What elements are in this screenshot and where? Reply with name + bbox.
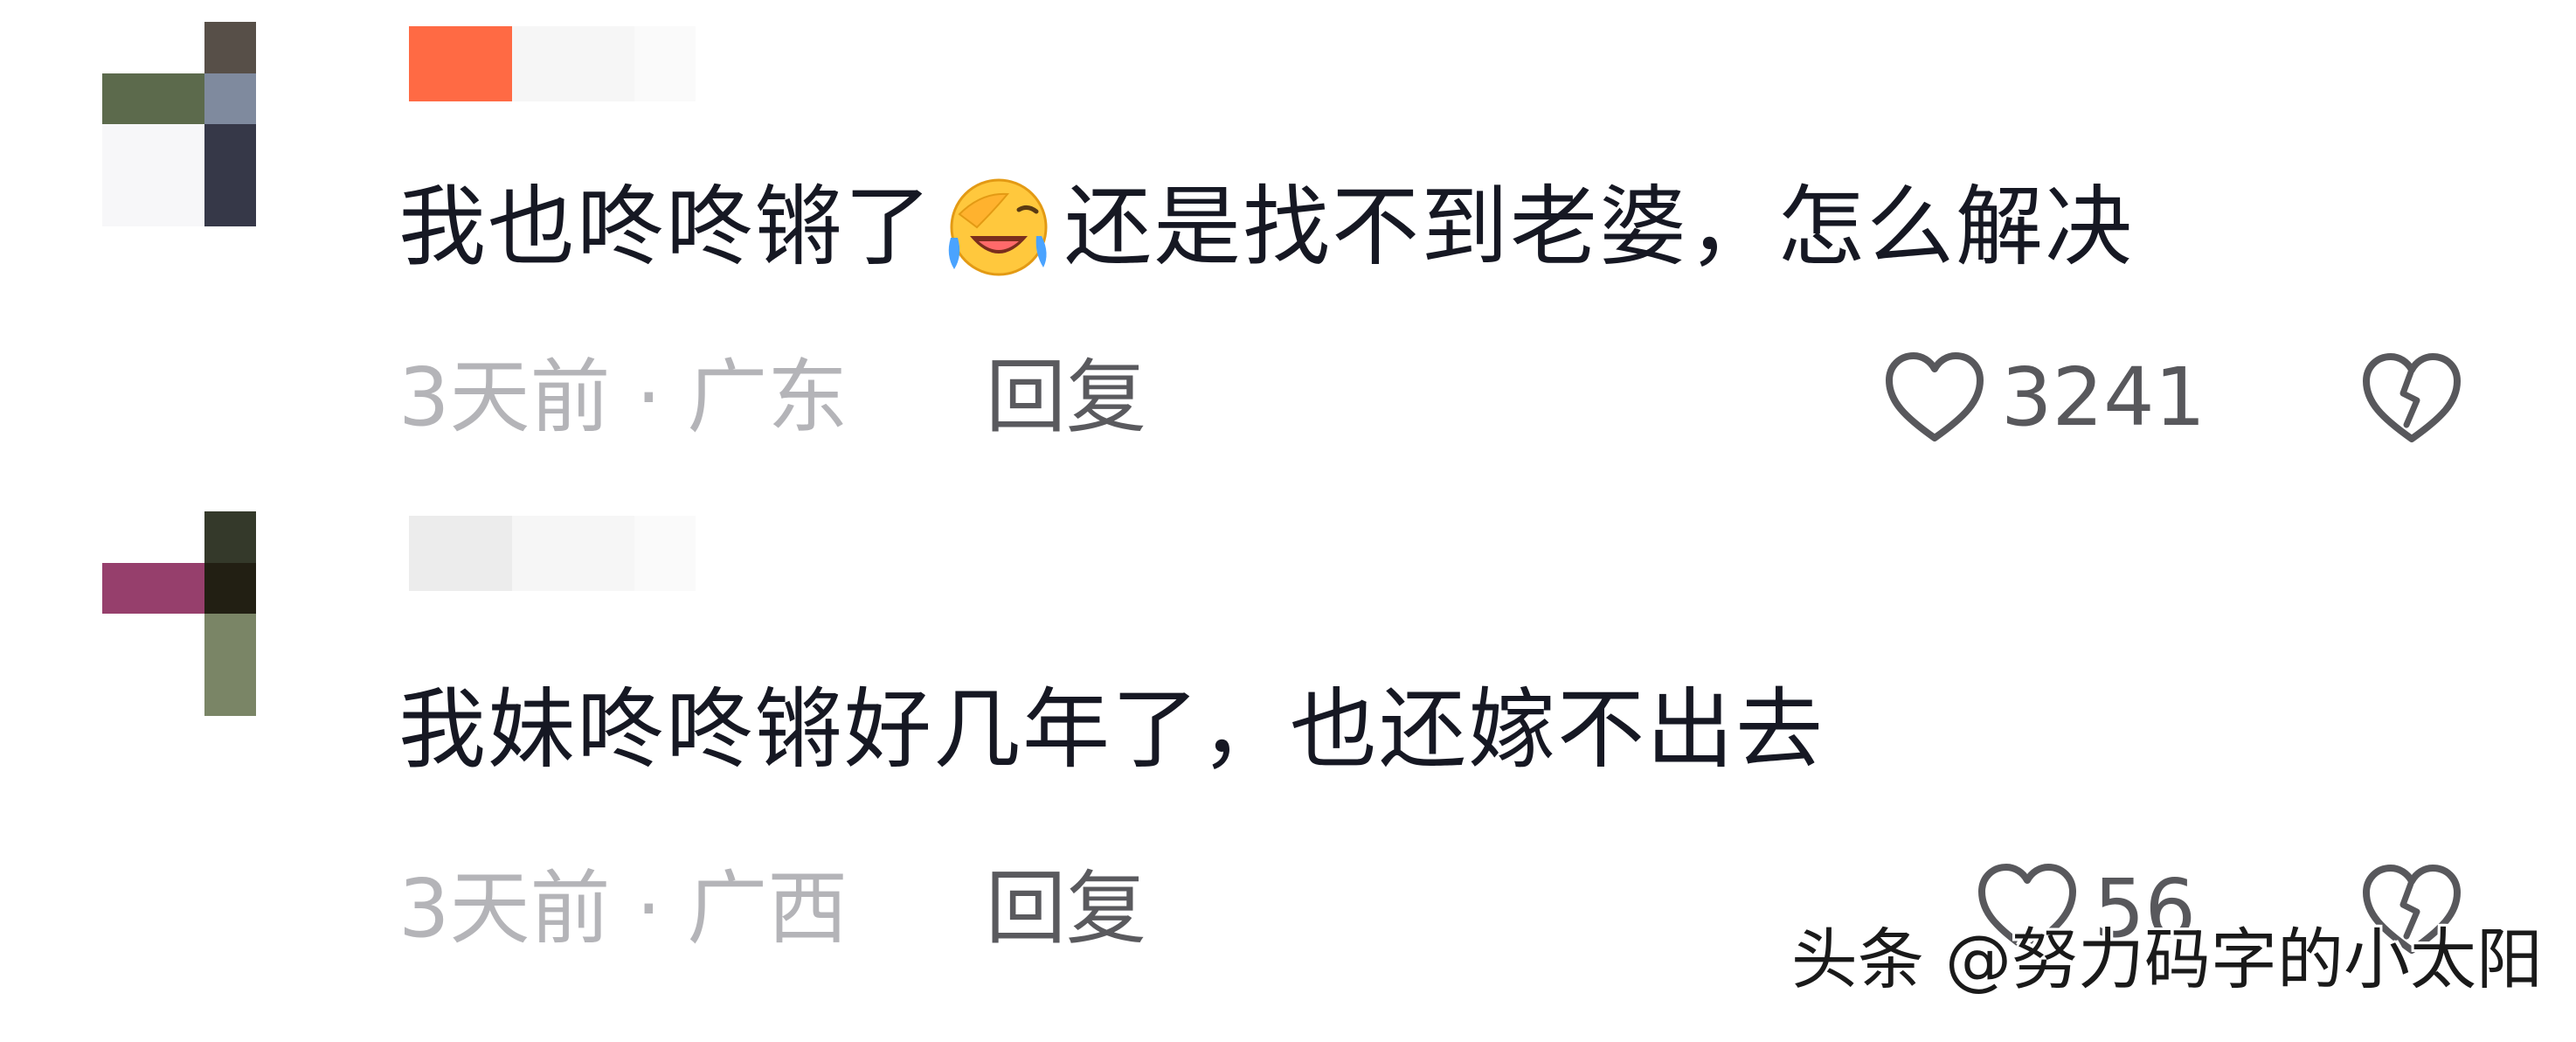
- reply-button[interactable]: 回复: [986, 861, 1146, 957]
- avatar-mosaic-cell: [255, 124, 307, 176]
- avatar-mosaic-cell: [153, 124, 204, 176]
- avatar-mosaic-cell: [153, 175, 204, 226]
- comment-text-part: 还是找不到老婆，怎么解决: [1064, 176, 2134, 278]
- avatar-mosaic-cell: [204, 511, 256, 563]
- avatar-mosaic-cell: [102, 664, 154, 716]
- comment-item: 我也咚咚锵了 还是找不到老婆，怎么解决 3天前 · 广东 回复 3241: [0, 0, 2576, 490]
- avatar-mosaic-cell: [153, 562, 204, 614]
- username-redacted[interactable]: [409, 26, 706, 105]
- meta-separator: ·: [610, 862, 688, 955]
- avatar[interactable]: [102, 22, 307, 226]
- avatar-mosaic-cell: [255, 664, 307, 716]
- watermark: 头条 @努力码字的小太阳: [1790, 920, 2543, 998]
- comment-time: 3天前: [398, 862, 611, 955]
- avatar-mosaic-cell: [102, 511, 154, 563]
- avatar-mosaic-cell: [102, 175, 154, 226]
- heart-outline-icon[interactable]: [1880, 347, 1989, 448]
- avatar-mosaic-cell: [204, 175, 256, 226]
- comment-text: 我也咚咚锵了 还是找不到老婆，怎么解决: [398, 175, 2134, 280]
- avatar-mosaic-cell: [153, 614, 204, 665]
- username-redacted[interactable]: [409, 516, 706, 594]
- username-blur-block: [512, 516, 634, 591]
- avatar-mosaic-cell: [204, 614, 256, 665]
- avatar-mosaic-cell: [204, 562, 256, 614]
- avatar-mosaic-cell: [153, 664, 204, 716]
- avatar-mosaic-cell: [102, 73, 154, 124]
- comment-meta: 3天前 · 广东: [398, 350, 848, 446]
- comment-meta: 3天前 · 广西: [398, 861, 848, 957]
- avatar-mosaic-cell: [255, 73, 307, 124]
- comment-time: 3天前: [398, 351, 611, 444]
- comment-location: 广西: [687, 862, 848, 955]
- comment-text-part: 我也咚咚锵了: [398, 176, 933, 278]
- avatar-mosaic-cell: [102, 22, 154, 73]
- avatar-mosaic-cell: [255, 175, 307, 226]
- avatar-mosaic-cell: [255, 614, 307, 665]
- username-blur-block: [634, 516, 696, 591]
- comment-text: 我妹咚咚锵好几年了，也还嫁不出去: [398, 678, 1825, 781]
- avatar-mosaic-cell: [255, 511, 307, 563]
- avatar-mosaic-cell: [204, 664, 256, 716]
- avatar-mosaic-cell: [153, 511, 204, 563]
- avatar-mosaic-cell: [204, 73, 256, 124]
- reply-button[interactable]: 回复: [986, 350, 1146, 446]
- username-blur-block: [409, 516, 512, 591]
- avatar-mosaic-cell: [102, 614, 154, 665]
- avatar-mosaic-cell: [204, 22, 256, 73]
- username-blur-block: [634, 26, 696, 101]
- like-count: 3241: [2001, 351, 2206, 444]
- avatar-mosaic-cell: [102, 124, 154, 176]
- avatar-mosaic-cell: [204, 124, 256, 176]
- facepalm-laughing-emoji-icon: [948, 178, 1048, 276]
- meta-separator: ·: [610, 351, 688, 444]
- username-color-block: [409, 26, 512, 101]
- avatar-mosaic-cell: [255, 562, 307, 614]
- avatar-mosaic-cell: [153, 73, 204, 124]
- like-group[interactable]: 3241: [1880, 345, 2206, 450]
- avatar-mosaic-cell: [255, 22, 307, 73]
- avatar[interactable]: [102, 511, 307, 716]
- avatar-mosaic-cell: [153, 22, 204, 73]
- avatar-mosaic-cell: [102, 562, 154, 614]
- username-blur-block: [512, 26, 634, 101]
- comment-location: 广东: [687, 351, 848, 444]
- broken-heart-icon[interactable]: [2359, 348, 2464, 449]
